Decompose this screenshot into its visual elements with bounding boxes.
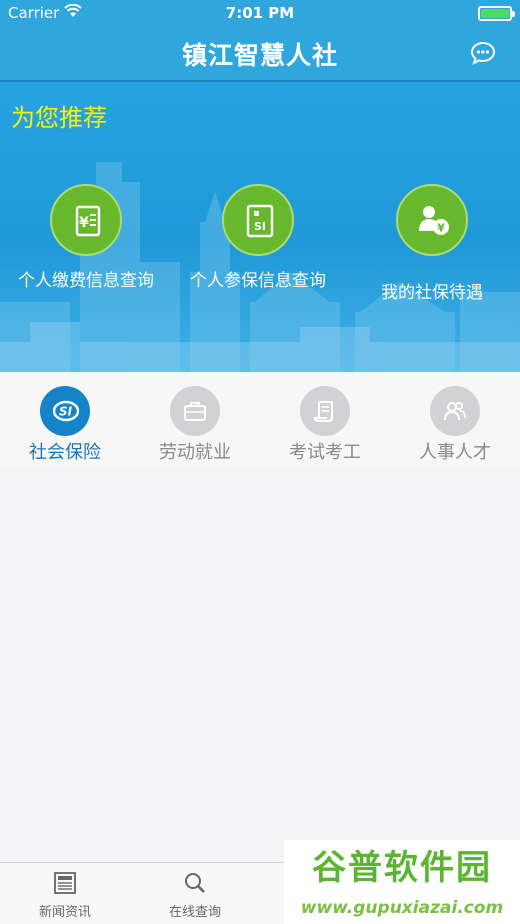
scroll-icon: [300, 386, 350, 436]
tab-employment[interactable]: 劳动就业: [130, 386, 260, 464]
watermark: 谷普软件园 www.gupuxiazai.com: [284, 840, 520, 924]
search-icon: [185, 873, 205, 893]
recommend-banner: 为您推荐 ¥ 个人缴费信息查询 SI 个人参保信息查询 ¥ 我的社保待遇: [0, 82, 520, 372]
tabbar-item-news[interactable]: 新闻资讯: [0, 871, 130, 920]
tab-personnel[interactable]: 人事人才: [390, 386, 520, 464]
status-time: 7:01 PM: [225, 4, 295, 22]
briefcase-icon: [170, 386, 220, 436]
people-icon: [430, 386, 480, 436]
tab-social-insurance[interactable]: SI 社会保险: [0, 386, 130, 464]
feature-label: 个人缴费信息查询: [18, 271, 154, 291]
watermark-url: www.gupuxiazai.com: [300, 898, 504, 918]
news-icon: [54, 872, 76, 894]
feature-label: 个人参保信息查询: [190, 271, 326, 291]
tab-label: 人事人才: [419, 442, 491, 463]
svg-text:¥: ¥: [437, 222, 445, 235]
feature-payment-query[interactable]: ¥ 个人缴费信息查询: [1, 184, 171, 292]
category-tabs: SI 社会保险 劳动就业 考试考工 人事人才: [0, 372, 520, 467]
status-bar: Carrier 7:01 PM: [0, 0, 520, 28]
svg-text:SI: SI: [59, 405, 73, 419]
person-yuan-icon: ¥: [396, 184, 468, 256]
feature-insured-query[interactable]: SI 个人参保信息查询: [173, 184, 343, 292]
tabbar-label: 在线查询: [168, 905, 221, 920]
tabbar-item-online-query[interactable]: 在线查询: [130, 871, 260, 920]
navigation-bar: 镇江智慧人社: [0, 28, 520, 82]
tab-content-area: [0, 467, 520, 862]
feature-label: 我的社保待遇: [381, 283, 483, 303]
page-title: 镇江智慧人社: [181, 41, 338, 70]
tab-exams[interactable]: 考试考工: [260, 386, 390, 464]
svg-text:¥: ¥: [79, 215, 89, 231]
chat-bubble-icon[interactable]: [470, 40, 496, 66]
battery-icon: [478, 6, 515, 21]
feature-my-benefits[interactable]: ¥ 我的社保待遇: [347, 184, 517, 304]
si-card-icon: SI: [222, 184, 294, 256]
watermark-title: 谷普软件园: [312, 848, 492, 888]
yuan-document-icon: ¥: [50, 184, 122, 256]
svg-text:SI: SI: [254, 220, 266, 233]
tab-label: 考试考工: [289, 442, 361, 463]
si-logo-icon: SI: [40, 386, 90, 436]
recommend-heading: 为您推荐: [11, 104, 107, 132]
tabbar-label: 新闻资讯: [38, 905, 91, 920]
tab-label: 社会保险: [29, 442, 101, 463]
tab-label: 劳动就业: [159, 442, 231, 463]
